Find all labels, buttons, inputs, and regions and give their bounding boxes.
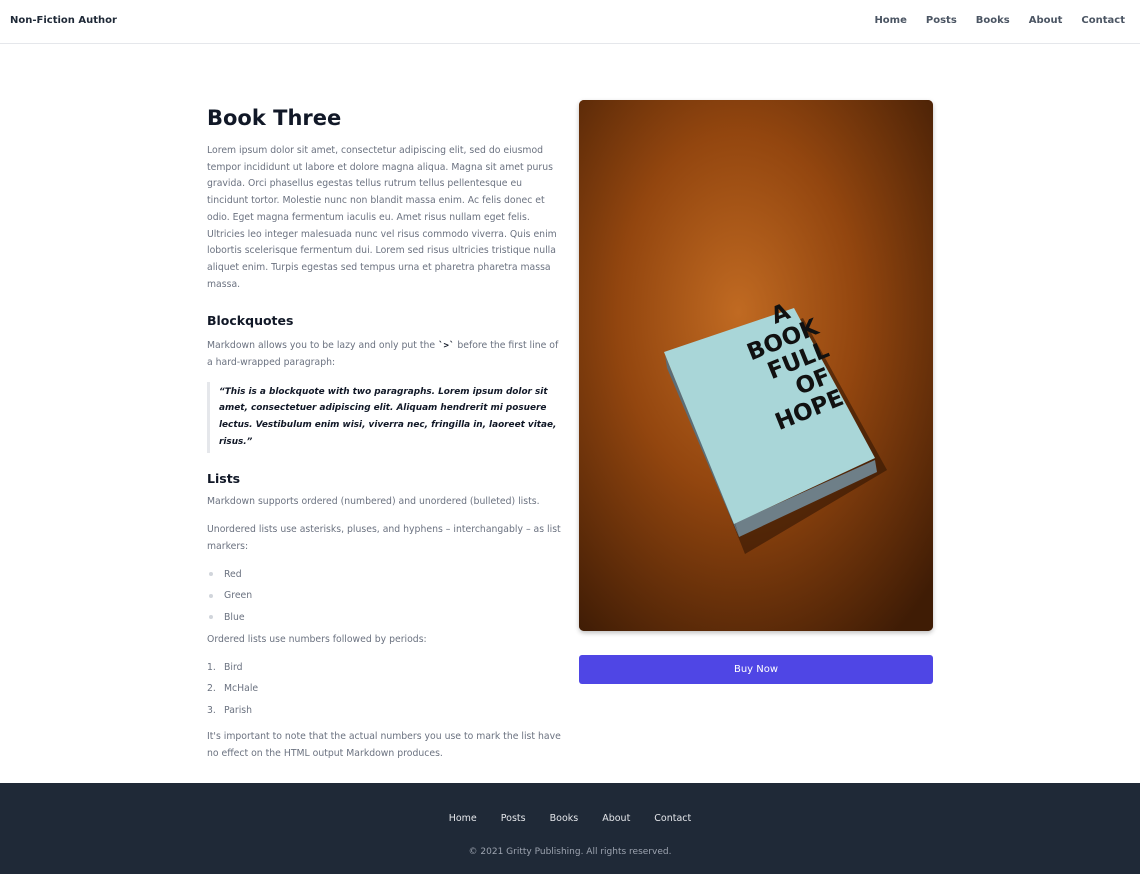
site-footer: Home Posts Books About Contact © 2021 Gr… bbox=[0, 783, 1140, 874]
list-item-text: McHale bbox=[224, 683, 259, 695]
intro-paragraph: Lorem ipsum dolor sit amet, consectetur … bbox=[207, 145, 557, 290]
blockquote-text: “This is a blockquote with two paragraph… bbox=[219, 386, 557, 447]
book-cover-illustration: A BOOK FULL OF HOPE bbox=[579, 100, 933, 631]
lists-heading: Lists bbox=[207, 470, 241, 486]
ordered-list: 1. Bird 2. McHale 3. Parish bbox=[207, 661, 562, 717]
footer-link-home[interactable]: Home bbox=[449, 813, 477, 824]
brand-link[interactable]: Non-Fiction Author bbox=[10, 15, 117, 26]
copyright-text: © 2021 Gritty Publishing. All rights res… bbox=[468, 847, 672, 857]
list-item-text: Bird bbox=[224, 661, 243, 673]
list-number: 2. bbox=[207, 683, 216, 695]
blockquotes-description: Markdown allows you to be lazy and only … bbox=[207, 338, 562, 371]
blockquote: “This is a blockquote with two paragraph… bbox=[207, 381, 562, 453]
footer-link-contact[interactable]: Contact bbox=[654, 813, 691, 824]
list-item-text: Parish bbox=[224, 704, 253, 716]
buy-now-button[interactable]: Buy Now bbox=[579, 655, 933, 684]
nav-link-home[interactable]: Home bbox=[874, 15, 906, 26]
page-title: Book Three bbox=[207, 106, 342, 130]
book-cover-image: A BOOK FULL OF HOPE bbox=[579, 100, 933, 631]
nav-link-about[interactable]: About bbox=[1029, 15, 1063, 26]
main-nav: Home Posts Books About Contact bbox=[874, 15, 1125, 26]
list-item: 3. Parish bbox=[207, 704, 562, 717]
unordered-list: Red Green Blue bbox=[207, 568, 562, 624]
footer-link-posts[interactable]: Posts bbox=[501, 813, 526, 824]
footer-nav: Home Posts Books About Contact bbox=[0, 813, 1140, 824]
footer-link-about[interactable]: About bbox=[602, 813, 630, 824]
top-navbar: Non-Fiction Author Home Posts Books Abou… bbox=[0, 0, 1140, 44]
blockquotes-heading: Blockquotes bbox=[207, 313, 294, 329]
nav-link-posts[interactable]: Posts bbox=[926, 15, 957, 26]
closing-paragraph: It's important to note that the actual n… bbox=[207, 730, 561, 759]
lists-intro: Markdown supports ordered (numbered) and… bbox=[207, 495, 540, 507]
nav-link-books[interactable]: Books bbox=[976, 15, 1010, 26]
footer-link-books[interactable]: Books bbox=[550, 813, 579, 824]
list-item: 2. McHale bbox=[207, 682, 562, 695]
list-item: 1. Bird bbox=[207, 661, 562, 674]
book-description: Book Three Lorem ipsum dolor sit amet, c… bbox=[207, 100, 562, 762]
list-item: Blue bbox=[207, 611, 562, 624]
list-number: 1. bbox=[207, 661, 216, 673]
ordered-intro: Ordered lists use numbers followed by pe… bbox=[207, 634, 427, 646]
list-item: Green bbox=[207, 589, 562, 602]
list-number: 3. bbox=[207, 704, 216, 716]
inline-code: `>` bbox=[438, 341, 455, 352]
list-item: Red bbox=[207, 568, 562, 581]
unordered-intro: Unordered lists use asterisks, pluses, a… bbox=[207, 524, 561, 552]
nav-link-contact[interactable]: Contact bbox=[1081, 15, 1125, 26]
blockquotes-text-before: Markdown allows you to be lazy and only … bbox=[207, 340, 439, 352]
